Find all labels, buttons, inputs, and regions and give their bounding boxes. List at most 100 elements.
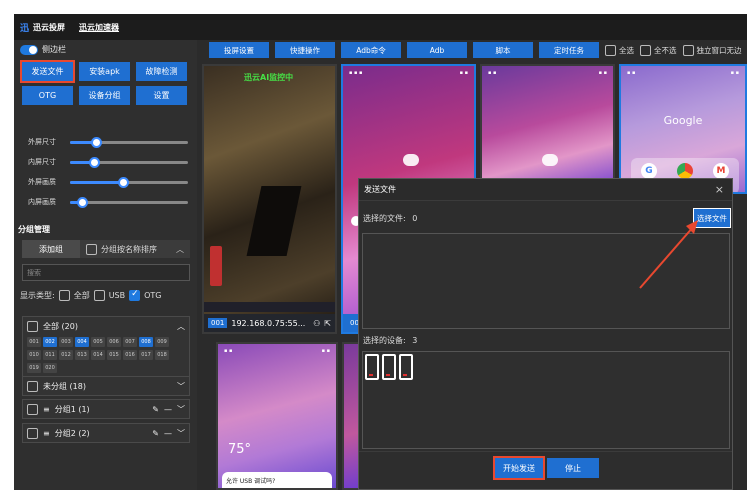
group1-checkbox[interactable] (27, 403, 38, 415)
device-chip[interactable]: 008 (139, 337, 153, 347)
slider-knob[interactable] (76, 196, 88, 208)
selected-devices-count: 3 (412, 336, 418, 345)
script-button[interactable]: 脚本 (473, 42, 533, 58)
edit-pencil-icon[interactable]: ✎ (152, 429, 159, 438)
chevron-up-icon[interactable]: ︿ (177, 321, 185, 332)
device-screen[interactable]: ▪ ▪ ▪ ▪ Google G M (621, 66, 745, 192)
device-chip[interactable]: 002 (43, 337, 57, 347)
group1-header[interactable]: ≡ 分组1 (1) ✎ — ﹀ (23, 400, 189, 418)
edit-pencil-icon[interactable]: ✎ (152, 405, 159, 414)
device-card[interactable]: ▪ ▪ ▪ ▪ (480, 64, 615, 194)
device-card[interactable]: 迅云AI监控中 001 192.168.0.75:55... ⚇ ⇱ (202, 64, 337, 334)
device-chip[interactable]: 012 (59, 350, 73, 360)
install-apk-button[interactable]: 安装apk (79, 62, 130, 81)
chrome-app-icon[interactable] (677, 163, 693, 179)
open-external-icon[interactable]: ⇱ (324, 319, 331, 328)
display-all-checkbox[interactable] (58, 290, 70, 301)
diagnose-button[interactable]: 故障检测 (136, 62, 187, 81)
device-chip[interactable]: 005 (91, 337, 105, 347)
selected-devices-area[interactable] (362, 351, 730, 449)
slider-track[interactable] (70, 136, 188, 148)
drag-handle-icon[interactable]: ≡ (43, 405, 50, 414)
phone-icon[interactable] (382, 354, 396, 380)
sort-by-name-checkbox[interactable] (86, 243, 97, 255)
all-group-header[interactable]: 全部 (20) ︿ (23, 317, 189, 335)
select-none-option[interactable]: 全不选 (640, 44, 677, 56)
select-all-option[interactable]: 全选 (605, 44, 634, 56)
device-card[interactable]: ▪ ▪ ▪ ▪ 75° 允许 USB 调试吗? (216, 342, 338, 490)
minus-icon[interactable]: — (164, 429, 172, 438)
google-app-icon[interactable]: G (641, 163, 657, 179)
group2-checkbox[interactable] (27, 427, 38, 439)
usb-debug-dialog[interactable]: 允许 USB 调试吗? (222, 472, 332, 488)
minus-icon[interactable]: — (164, 405, 172, 414)
add-group-button[interactable]: 添加组 (22, 240, 80, 258)
accelerator-link[interactable]: 迅云加速器 (79, 22, 119, 33)
start-send-button[interactable]: 开始发送 (493, 456, 545, 480)
search-input[interactable]: 搜索 (22, 264, 190, 281)
all-group-checkbox[interactable] (27, 320, 38, 332)
group2-header[interactable]: ≡ 分组2 (2) ✎ — ﹀ (23, 424, 189, 442)
ungrouped-header[interactable]: 未分组 (18) ﹀ (23, 377, 189, 395)
dialog-title-bar: 发送文件 × (359, 179, 732, 201)
send-file-button[interactable]: 发送文件 (20, 60, 75, 83)
otg-button[interactable]: OTG (22, 86, 73, 105)
device-chip[interactable]: 015 (107, 350, 121, 360)
scheduled-task-button[interactable]: 定时任务 (539, 42, 599, 58)
device-card[interactable]: ▪ ▪ ▪ ▪ Google G M (619, 64, 747, 194)
select-all-checkbox[interactable] (605, 44, 616, 56)
device-chip[interactable]: 017 (139, 350, 153, 360)
borderless-window-checkbox[interactable] (682, 44, 694, 56)
device-screen[interactable]: 迅云AI监控中 (204, 66, 335, 332)
device-chip[interactable]: 006 (107, 337, 121, 347)
device-chip[interactable]: 016 (123, 350, 137, 360)
stop-button[interactable]: 停止 (547, 458, 599, 478)
phone-icon[interactable] (365, 354, 379, 380)
adb-command-button[interactable]: Adb命令 (341, 42, 401, 58)
settings-button[interactable]: 设置 (136, 86, 187, 105)
drag-handle-icon[interactable]: ≡ (43, 429, 50, 438)
slider-track[interactable] (70, 156, 188, 168)
group-users-icon[interactable]: ⚇ (313, 319, 320, 328)
device-chip[interactable]: 014 (91, 350, 105, 360)
select-none-checkbox[interactable] (640, 44, 651, 56)
ungrouped-label: 未分组 (18) (43, 381, 86, 391)
device-screen[interactable]: ▪ ▪ ▪ ▪ 75° 允许 USB 调试吗? (218, 344, 336, 488)
slider-track[interactable] (70, 176, 188, 188)
slider-outer-size: 外屏尺寸 (28, 136, 188, 148)
device-chip[interactable]: 007 (123, 337, 137, 347)
slider-track[interactable] (70, 196, 188, 208)
device-chip[interactable]: 009 (155, 337, 169, 347)
slider-outer-quality: 外屏画质 (28, 176, 188, 188)
device-screen[interactable]: ▪ ▪ ▪ ▪ (482, 66, 613, 192)
device-chip[interactable]: 020 (43, 363, 57, 373)
adb-button[interactable]: Adb (407, 42, 467, 58)
device-chip[interactable]: 011 (43, 350, 57, 360)
cast-settings-button[interactable]: 投屏设置 (209, 42, 269, 58)
device-chip[interactable]: 010 (27, 350, 41, 360)
device-chip[interactable]: 013 (75, 350, 89, 360)
slider-knob[interactable] (90, 136, 102, 148)
chevron-down-icon[interactable]: ﹀ (177, 404, 185, 415)
chevron-down-icon[interactable]: ﹀ (177, 428, 185, 439)
slider-knob[interactable] (118, 176, 130, 188)
display-usb-checkbox[interactable] (93, 290, 105, 301)
close-icon[interactable]: × (715, 183, 724, 196)
device-chip[interactable]: 004 (75, 337, 89, 347)
device-chip[interactable]: 001 (27, 337, 41, 347)
slider-knob[interactable] (88, 156, 100, 168)
borderless-window-option[interactable]: 独立窗口无边 (682, 44, 742, 56)
device-chip[interactable]: 003 (59, 337, 73, 347)
chevron-up-icon[interactable]: ︿ (176, 244, 184, 255)
sidebar-toggle-switch[interactable] (20, 44, 38, 55)
display-otg-checkbox[interactable] (129, 289, 141, 301)
phone-icon[interactable] (399, 354, 413, 380)
device-chip[interactable]: 019 (27, 363, 41, 373)
ungrouped-checkbox[interactable] (27, 380, 38, 392)
device-group-button[interactable]: 设备分组 (79, 86, 130, 105)
device-chip[interactable]: 018 (155, 350, 169, 360)
chevron-down-icon[interactable]: ﹀ (177, 381, 185, 392)
gmail-app-icon[interactable]: M (713, 163, 729, 179)
quick-action-button[interactable]: 快捷操作 (275, 42, 335, 58)
sidebar-toggle-label: 侧边栏 (42, 45, 66, 54)
